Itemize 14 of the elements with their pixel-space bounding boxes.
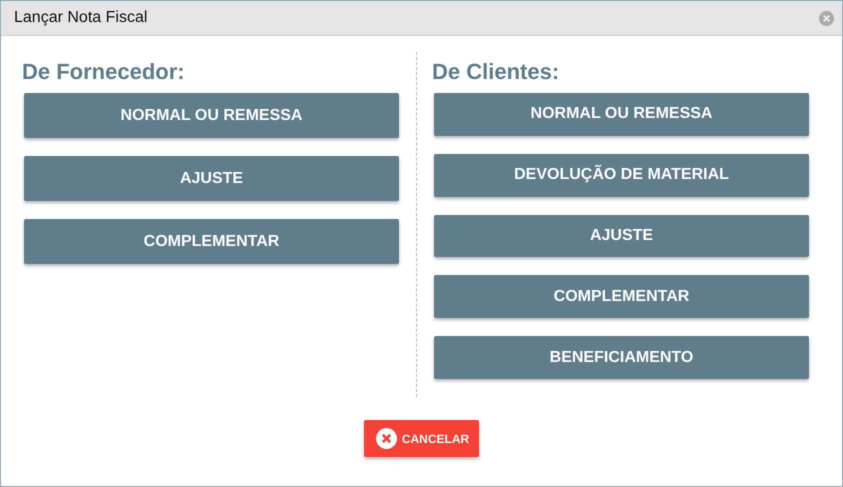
close-icon[interactable] <box>819 10 834 26</box>
option-button[interactable]: AJUSTE <box>434 214 809 258</box>
option-button[interactable]: NORMAL OU REMESSA <box>434 93 809 136</box>
option-button[interactable]: AJUSTE <box>24 156 399 201</box>
option-button[interactable]: BENEFICIAMENTO <box>434 336 809 379</box>
section-heading: De Clientes: <box>432 59 560 85</box>
option-button[interactable]: DEVOLUÇÃO DE MATERIAL <box>434 154 809 197</box>
option-button[interactable]: COMPLEMENTAR <box>24 219 399 264</box>
section-heading: De Fornecedor: <box>22 59 186 85</box>
window-title: Lançar Nota Fiscal <box>14 9 148 27</box>
cancel-button[interactable]: CANCELAR <box>364 420 480 457</box>
option-button[interactable]: NORMAL OU REMESSA <box>24 93 399 138</box>
close-icon <box>376 428 397 449</box>
option-button[interactable]: COMPLEMENTAR <box>434 275 809 318</box>
